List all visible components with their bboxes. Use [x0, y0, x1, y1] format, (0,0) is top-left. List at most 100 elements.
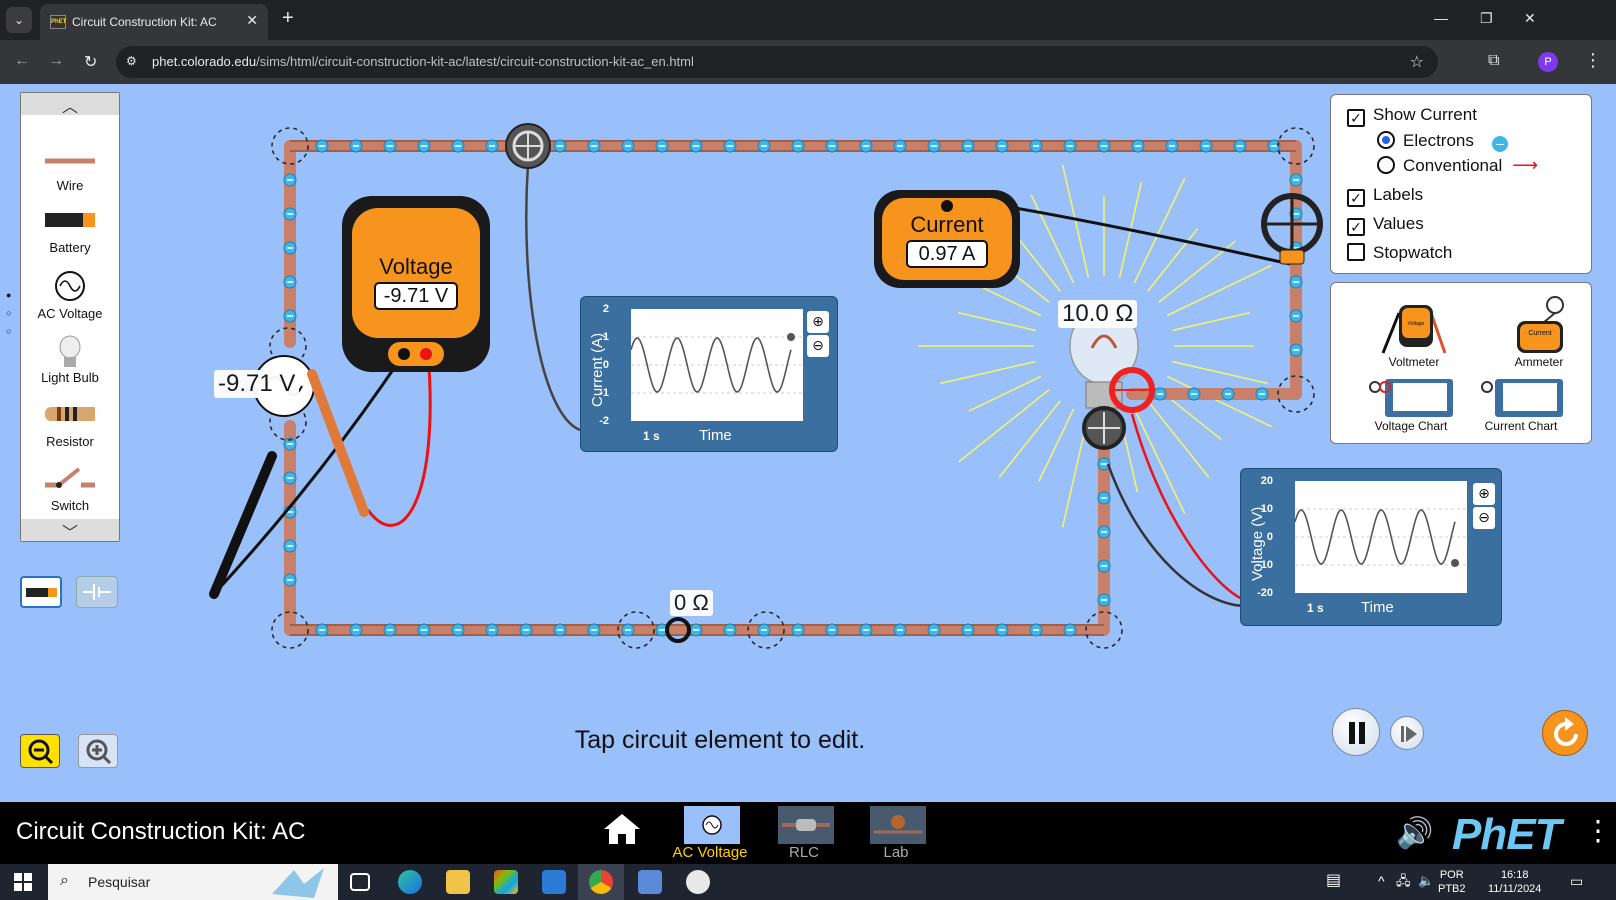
browser-tab-active[interactable]: PhET Circuit Construction Kit: AC ✕ — [40, 4, 268, 40]
ammeter-sensor[interactable] — [1261, 193, 1323, 265]
toolbox-item-wire[interactable]: Wire — [21, 137, 119, 197]
toolbox-item-resistor[interactable]: Resistor — [21, 393, 119, 453]
voltmeter-black-probe[interactable] — [209, 451, 277, 599]
current-chart-time-scale: 1 s — [643, 429, 660, 443]
file-explorer-icon[interactable] — [446, 870, 470, 894]
current-chart-lead — [525, 163, 581, 432]
reset-all-icon — [1554, 717, 1578, 746]
url-text[interactable]: phet.colorado.edu/sims/html/circuit-cons… — [152, 54, 694, 69]
toolbox-item-switch[interactable]: Switch — [21, 457, 119, 517]
voltmeter-mini-text: Voltage — [1407, 321, 1425, 327]
current-chart-ytick: -2 — [599, 415, 609, 427]
new-tab-plus-icon[interactable]: + — [282, 7, 294, 30]
radio-unselected-icon — [1377, 156, 1395, 174]
mail-icon[interactable] — [542, 870, 566, 894]
current-chart-zoom-out-icon[interactable]: ⊖ — [807, 335, 829, 357]
input-language[interactable]: POR PTB2 — [1438, 868, 1466, 896]
toolbox-scroll-up-icon[interactable]: ︿ — [21, 93, 119, 116]
taskbar-search-box[interactable]: ⌕ Pesquisar — [48, 864, 338, 900]
phet-logo[interactable]: PhET — [1452, 810, 1561, 860]
tab-close-icon[interactable]: ✕ — [246, 12, 258, 29]
tab-list-chevron-icon[interactable]: ⌄ — [6, 7, 32, 33]
network-icon[interactable]: 🖧 — [1396, 874, 1411, 888]
profile-avatar[interactable]: P — [1538, 52, 1558, 72]
electrons-radio[interactable]: Electrons – — [1377, 131, 1508, 152]
screen-button-ac-voltage[interactable]: AC Voltage — [670, 804, 750, 862]
edge-browser-icon[interactable] — [398, 870, 422, 894]
window-restore-icon[interactable]: ❐ — [1480, 10, 1493, 27]
current-chart-ytick: 2 — [602, 303, 609, 315]
stopwatch-checkbox[interactable]: Stopwatch — [1347, 243, 1452, 263]
schematic-view-button[interactable] — [76, 576, 118, 608]
step-forward-button[interactable] — [1390, 716, 1424, 750]
pause-button[interactable] — [1332, 708, 1380, 756]
windows-start-icon[interactable] — [14, 873, 32, 891]
microsoft-store-icon[interactable] — [494, 870, 518, 894]
address-bar[interactable]: ⚙ phet.colorado.edu/sims/html/circuit-co… — [116, 46, 1438, 78]
lifelike-view-button[interactable] — [20, 576, 62, 608]
bookmark-star-icon[interactable]: ☆ — [1410, 52, 1424, 72]
zoom-out-button[interactable] — [20, 734, 60, 768]
sensor-current-chart[interactable]: Current Chart — [1471, 375, 1571, 439]
reset-all-button[interactable] — [1542, 710, 1588, 756]
screen-button-rlc[interactable]: RLC — [764, 804, 844, 862]
light-ray — [958, 389, 1050, 463]
sensor-ammeter[interactable]: Current Ammeter — [1499, 291, 1579, 371]
light-ray — [1147, 400, 1210, 478]
sensor-voltmeter[interactable]: Voltage Voltmeter — [1369, 291, 1459, 371]
current-chart-sensor[interactable] — [505, 123, 551, 169]
volume-icon[interactable]: 🔈 — [1418, 874, 1434, 888]
labels-checkbox[interactable]: ✓ Labels — [1347, 185, 1423, 207]
voltage-chart-black-probe[interactable] — [1082, 406, 1126, 450]
light-ray — [1133, 178, 1186, 284]
toolbox-item-light-bulb[interactable]: Light Bulb — [21, 329, 119, 389]
phet-menu-kebab-icon[interactable]: ⋮ — [1584, 814, 1612, 847]
site-settings-icon[interactable]: ⚙ — [126, 54, 137, 68]
window-minimize-icon[interactable]: — — [1434, 10, 1448, 26]
paint-taskbar-icon[interactable] — [686, 870, 710, 894]
light-ray — [957, 311, 1036, 332]
clock[interactable]: 16:18 11/11/2024 — [1488, 868, 1541, 896]
back-arrow-icon[interactable]: ← — [14, 52, 30, 70]
news-widget-icon[interactable]: ▤ — [1326, 873, 1341, 889]
home-icon[interactable] — [602, 812, 642, 846]
current-chart-zoom-in-icon[interactable]: ⊕ — [807, 311, 829, 333]
voltage-chart-red-probe[interactable] — [1109, 367, 1155, 413]
toolbox-item-battery[interactable]: Battery — [21, 199, 119, 259]
chrome-taskbar-button[interactable] — [578, 864, 624, 900]
values-checkbox[interactable]: ✓ Values — [1347, 214, 1424, 236]
reload-icon[interactable]: ↻ — [84, 52, 97, 72]
screen-button-lab[interactable]: Lab — [856, 804, 936, 862]
current-chart[interactable]: Current (A) 2 1 0 -1 -2 ⊕ ⊖ 1 s Time — [580, 296, 838, 452]
notifications-icon[interactable]: ▭ — [1570, 874, 1583, 888]
ammeter[interactable]: Current 0.97 A — [874, 190, 1020, 288]
voltmeter[interactable]: Voltage -9.71 V — [342, 196, 490, 372]
sensor-voltage-chart[interactable]: Voltage Chart — [1361, 375, 1461, 439]
conventional-radio[interactable]: Conventional ⟶ — [1377, 155, 1538, 176]
toolbox-item-ac-voltage[interactable]: AC Voltage — [21, 265, 119, 325]
extensions-puzzle-icon[interactable]: ⧉ — [1488, 52, 1499, 70]
window-close-icon[interactable]: ✕ — [1524, 10, 1536, 27]
red-jack-icon — [420, 348, 432, 360]
toolbox-page-dot-icon[interactable]: ○ — [6, 326, 11, 336]
sound-on-icon[interactable]: 🔊 — [1396, 816, 1433, 851]
toolbox-page-dot-icon[interactable]: ○ — [6, 308, 11, 318]
toolbox-page-dot-active-icon[interactable]: ● — [6, 290, 11, 300]
voltage-chart[interactable]: Voltage (V) 20 10 0 -10 -20 ⊕ ⊖ 1 s Time — [1240, 468, 1502, 626]
component-toolbox: ︿ Wire Battery AC Voltage Light Bulb Res… — [20, 92, 120, 542]
voltage-chart-zoom-in-icon[interactable]: ⊕ — [1473, 483, 1495, 505]
browser-menu-kebab-icon[interactable]: ⋮ — [1584, 50, 1602, 71]
zoom-in-button[interactable] — [78, 734, 118, 768]
show-current-checkbox[interactable]: ✓ Show Current — [1347, 105, 1477, 127]
app-taskbar-icon[interactable] — [638, 870, 662, 894]
light-ray — [1172, 311, 1251, 332]
voltmeter-red-probe[interactable] — [307, 369, 369, 517]
task-view-icon[interactable] — [350, 873, 370, 891]
tray-chevron-up-icon[interactable]: ^ — [1378, 874, 1385, 888]
toolbox-scroll-down-icon[interactable]: ﹀ — [21, 519, 119, 542]
forward-arrow-icon[interactable]: → — [48, 52, 64, 70]
voltmeter-readout: -9.71 V — [374, 282, 458, 310]
voltage-chart-zoom-out-icon[interactable]: ⊖ — [1473, 507, 1495, 529]
ammeter-mini-text: Current — [1528, 330, 1552, 337]
voltmeter-title: Voltage — [379, 254, 453, 279]
